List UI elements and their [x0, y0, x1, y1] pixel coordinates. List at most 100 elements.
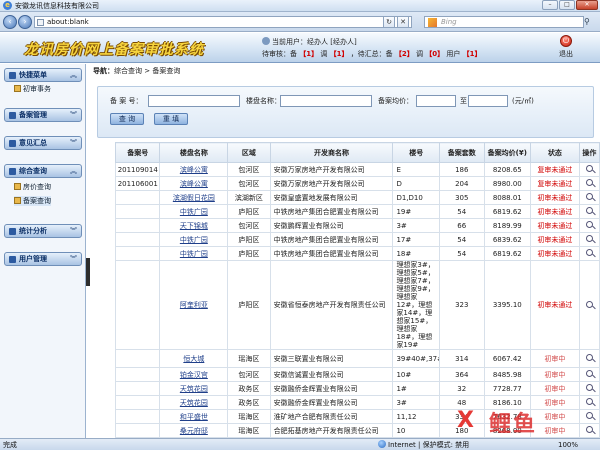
minimize-button[interactable]: – [542, 0, 558, 10]
project-link[interactable]: 桑元府邸 [159, 423, 229, 438]
avg-price-cell: 8208.65 [483, 162, 532, 177]
project-link[interactable]: 滨湖假日花园 [159, 190, 229, 205]
status-cell: 复审未通过 [530, 162, 580, 177]
col-building: 楼号 [392, 142, 441, 163]
reset-button[interactable]: 重 填 [154, 113, 188, 125]
record-no-cell [114, 381, 161, 396]
table-row: 中铁广园 庐阳区 中铁房地产集团合肥置业有限公司 19# 54 6819.62 初审未通过 [114, 204, 600, 219]
search-field[interactable]: Bing ⚲ [424, 16, 590, 28]
pending-record-count[interactable]: 【1】 [299, 50, 318, 58]
window-controls: – □ ✕ [542, 0, 598, 11]
back-button[interactable]: ‹ [3, 15, 17, 29]
area-cell: 包河区 [227, 162, 271, 177]
status-cell: 初审中 [530, 409, 580, 424]
view-details-icon[interactable] [585, 384, 593, 391]
sidebar-group-comprehensive-query[interactable]: 综合查询 ︽ [4, 164, 82, 178]
units-cell: 180 [439, 423, 485, 438]
zoom-level[interactable]: 100% [558, 440, 578, 450]
globe-icon [378, 440, 386, 448]
status-cell: 初审未通过 [530, 190, 580, 205]
view-details-icon[interactable] [585, 300, 593, 308]
view-details-icon[interactable] [585, 179, 593, 186]
user-count[interactable]: 【1】 [463, 50, 482, 58]
project-name-input[interactable] [280, 95, 372, 107]
project-link[interactable]: 滨峰公寓 [159, 176, 229, 191]
project-link[interactable]: 中铁广园 [159, 232, 229, 247]
action-cell [578, 246, 600, 261]
project-link[interactable]: 滨峰公寓 [159, 162, 229, 177]
record-no-label: 备 案 号： [110, 97, 143, 105]
sidebar-group-opinion-summary[interactable]: 意见汇总 ︾ [4, 136, 82, 150]
project-link[interactable]: 中铁广园 [159, 204, 229, 219]
avg-price-cell: 8088.01 [483, 190, 532, 205]
maximize-button[interactable]: □ [559, 0, 575, 10]
sidebar-item-price-query[interactable]: 房价查询 [14, 182, 51, 192]
sidebar-group-shortcuts[interactable]: 快捷菜单 ︽ [4, 68, 82, 82]
view-details-icon[interactable] [585, 354, 593, 361]
area-cell: 滨湖新区 [227, 190, 271, 205]
avg-price-cell: 7632.78 [483, 409, 532, 424]
close-window-button[interactable]: ✕ [576, 0, 598, 10]
avg-price-min-input[interactable] [416, 95, 456, 107]
view-details-icon[interactable] [585, 426, 593, 433]
developer-cell: 安徽融侨金辉置业有限公司 [269, 395, 394, 410]
status-text: 完成 [3, 441, 17, 449]
stop-icon[interactable]: ✕ [397, 16, 409, 28]
forward-button[interactable]: › [18, 15, 32, 29]
summary-adjust-count[interactable]: 【0】 [425, 50, 444, 58]
view-details-icon[interactable] [585, 207, 593, 214]
chevron-down-icon: ︾ [70, 227, 77, 235]
project-link[interactable]: 天下锦城 [159, 218, 229, 233]
sidebar-group-statistics[interactable]: 统计分析 ︾ [4, 224, 82, 238]
sidebar-item-record-query[interactable]: 备案查询 [14, 196, 51, 206]
units-cell: 204 [439, 176, 485, 191]
sidebar-toggle-handle[interactable] [86, 258, 90, 286]
status-cell: 初审未通过 [530, 204, 580, 219]
record-no-cell [114, 367, 161, 382]
action-cell [578, 232, 600, 247]
refresh-icon[interactable]: ↻ [383, 16, 395, 28]
area-cell: 瑶海区 [227, 423, 271, 438]
avg-price-max-input[interactable] [468, 95, 508, 107]
sidebar-group-user-management[interactable]: 用户管理 ︾ [4, 252, 82, 266]
address-field[interactable]: about:blank [34, 16, 412, 28]
current-user-line: 当前用户：经办人 [经办人] [262, 37, 357, 47]
record-no-input[interactable] [148, 95, 240, 107]
building-cell: 3# [392, 395, 441, 410]
view-details-icon[interactable] [585, 165, 593, 172]
view-details-icon[interactable] [585, 221, 593, 228]
project-link[interactable]: 铂金汉宫 [159, 367, 229, 382]
units-cell: 66 [439, 218, 485, 233]
view-details-icon[interactable] [585, 370, 593, 377]
project-link[interactable]: 恒大城 [159, 349, 229, 368]
project-link[interactable]: 阿奎利亚 [159, 260, 229, 350]
status-cell: 初审未通过 [530, 260, 580, 350]
view-details-icon[interactable] [585, 249, 593, 256]
exit-button[interactable]: ⏻ 退出 [552, 35, 580, 61]
chevron-down-icon: ︾ [70, 139, 77, 147]
record-no-cell: 201106001 [114, 176, 161, 191]
app-header: 龙讯房价网上备案审批系统 当前用户：经办人 [经办人] 待审核：备 【1】 调 … [0, 33, 600, 63]
view-details-icon[interactable] [585, 412, 593, 419]
query-button[interactable]: 查 询 [110, 113, 144, 125]
address-bar-row: ‹ › about:blank ↻ ✕ Bing ⚲ [0, 12, 600, 32]
to-label: 至 [460, 97, 467, 105]
search-icon[interactable]: ⚲ [584, 16, 597, 28]
summary-record-count[interactable]: 【2】 [395, 50, 414, 58]
status-cell: 初审未通过 [530, 218, 580, 233]
project-link[interactable]: 天筑花园 [159, 395, 229, 410]
chart-icon [14, 183, 21, 190]
view-details-icon[interactable] [585, 398, 593, 405]
pending-adjust-count[interactable]: 【1】 [330, 50, 349, 58]
project-link[interactable]: 和平盛世 [159, 409, 229, 424]
project-link[interactable]: 天筑花园 [159, 381, 229, 396]
sidebar-group-record-management[interactable]: 备案管理 ︾ [4, 108, 82, 122]
view-details-icon[interactable] [585, 235, 593, 242]
area-cell: 庐阳区 [227, 246, 271, 261]
view-details-icon[interactable] [585, 193, 593, 200]
sidebar-item-initial-review[interactable]: 初审事务 [14, 84, 51, 94]
table-row: 中铁广园 庐阳区 中铁房地产集团合肥置业有限公司 17# 54 6839.62 初审未通过 [114, 232, 600, 247]
col-status: 状态 [530, 142, 580, 163]
project-link[interactable]: 中铁广园 [159, 246, 229, 261]
current-user: 经办人 [经办人] [307, 38, 357, 46]
